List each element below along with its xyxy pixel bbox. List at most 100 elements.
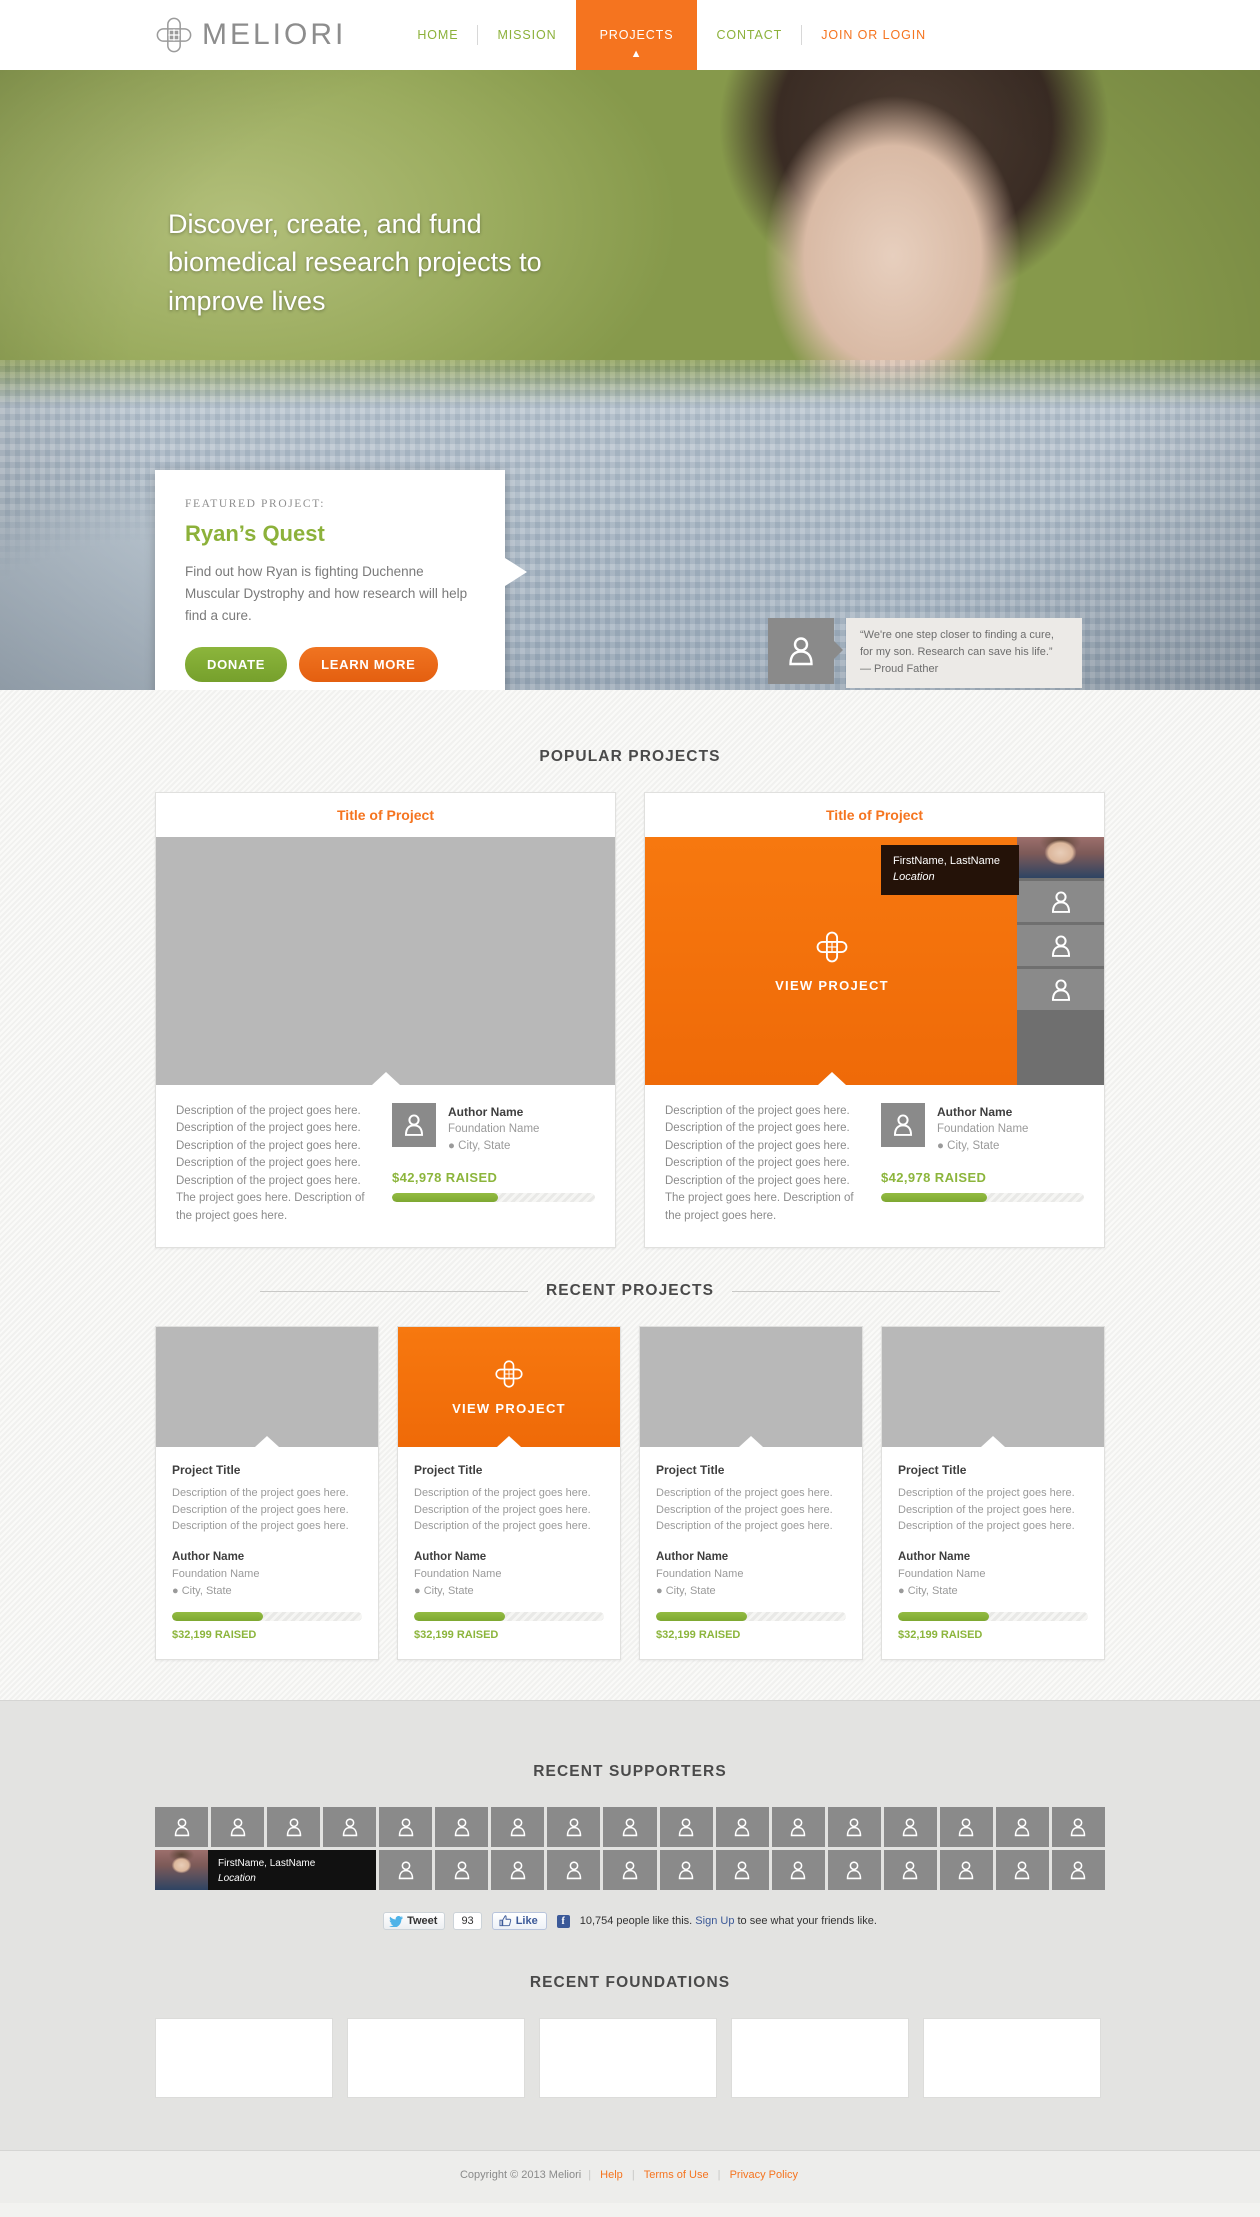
person-icon xyxy=(398,1818,413,1837)
supporter-cell[interactable] xyxy=(939,1850,993,1891)
popular-project-media[interactable]: VIEW PROJECT FirstName, LastName Locatio… xyxy=(645,837,1104,1085)
person-icon xyxy=(230,1818,245,1837)
supporter-cell[interactable] xyxy=(379,1807,433,1848)
supporter-cell[interactable] xyxy=(659,1807,713,1848)
supporter-cell[interactable] xyxy=(435,1850,489,1891)
supporter-cell[interactable] xyxy=(883,1807,937,1848)
supporter-cell[interactable] xyxy=(827,1807,881,1848)
facebook-like-text: 10,754 people like this. Sign Up to see … xyxy=(580,1915,877,1927)
person-icon xyxy=(342,1818,357,1837)
location-text: City, State xyxy=(181,1585,232,1598)
person-icon xyxy=(1071,1818,1086,1837)
recent-project-media[interactable] xyxy=(882,1327,1104,1448)
supporter-cell[interactable] xyxy=(771,1807,825,1848)
supporter-cell[interactable] xyxy=(659,1850,713,1891)
supporter-cell[interactable] xyxy=(491,1850,545,1891)
nav-item-projects[interactable]: PROJECTS ▲ xyxy=(575,0,698,70)
foundation-logo-box[interactable] xyxy=(155,2018,333,2099)
recent-project-media[interactable]: VIEW PROJECT xyxy=(398,1327,620,1448)
supporter-thumbnail-photo[interactable] xyxy=(1017,837,1104,878)
supporter-cell[interactable] xyxy=(1051,1850,1105,1891)
person-icon xyxy=(404,1114,424,1136)
progress-bar xyxy=(392,1192,595,1202)
brand-logo[interactable]: MELIORI xyxy=(155,0,346,70)
person-icon xyxy=(846,1861,862,1880)
recent-project-title: Project Title xyxy=(898,1463,967,1478)
supporter-cell[interactable] xyxy=(155,1807,209,1848)
supporter-cell[interactable] xyxy=(547,1850,601,1891)
footer-link-help[interactable]: Help xyxy=(600,2169,623,2181)
nav-item-contact[interactable]: CONTACT xyxy=(697,0,801,70)
popular-project-description: Description of the project goes here. De… xyxy=(665,1105,854,1222)
learn-more-button[interactable]: LEARN MORE xyxy=(299,646,438,682)
recent-project-card[interactable]: Project Title Description of the project… xyxy=(881,1326,1105,1661)
featured-actions: DONATE LEARN MORE xyxy=(185,646,475,682)
nav-item-home[interactable]: HOME xyxy=(398,0,477,70)
facebook-like-button[interactable]: Like xyxy=(491,1912,547,1931)
author-name: Author Name xyxy=(656,1550,729,1563)
tweet-count[interactable]: 93 xyxy=(453,1912,482,1931)
person-icon xyxy=(1051,978,1070,1001)
supporter-cell[interactable] xyxy=(995,1807,1049,1848)
supporter-cell[interactable] xyxy=(939,1807,993,1848)
donate-button[interactable]: DONATE xyxy=(185,646,288,682)
popular-project-media[interactable] xyxy=(156,837,615,1085)
supporter-cell[interactable] xyxy=(1051,1807,1105,1848)
progress-bar-fill xyxy=(881,1192,987,1202)
supporter-cell[interactable] xyxy=(771,1850,825,1891)
sign-up-link[interactable]: Sign Up xyxy=(695,1915,734,1927)
recent-project-media[interactable] xyxy=(640,1327,862,1448)
person-icon xyxy=(622,1861,638,1880)
supporter-cell-highlighted[interactable]: FirstName, LastName Location xyxy=(155,1850,377,1891)
tweet-button[interactable]: Tweet xyxy=(383,1912,446,1931)
popular-project-card[interactable]: Title of Project VIEW PROJECT FirstName,… xyxy=(644,792,1105,1249)
progress-bar xyxy=(172,1612,362,1622)
supporter-cell[interactable] xyxy=(379,1850,433,1891)
amount-raised: $32,199 RAISED xyxy=(898,1629,983,1642)
supporter-thumbnail[interactable] xyxy=(1017,881,1104,922)
nav-item-join-or-login[interactable]: JOIN OR LOGIN xyxy=(802,0,945,70)
person-icon xyxy=(566,1818,582,1837)
nav-item-mission[interactable]: MISSION xyxy=(478,0,575,70)
supporter-thumbnail[interactable] xyxy=(1017,969,1104,1010)
location-pin-icon: ● xyxy=(172,1585,179,1598)
foundation-logo-box[interactable] xyxy=(731,2018,909,2099)
supporter-cell[interactable] xyxy=(491,1807,545,1848)
progress-bar xyxy=(881,1192,1084,1202)
supporter-cell[interactable] xyxy=(547,1807,601,1848)
author-name: Author Name xyxy=(414,1550,487,1563)
supporter-cell[interactable] xyxy=(267,1807,321,1848)
supporter-cell[interactable] xyxy=(715,1807,769,1848)
chevron-up-icon: ▲ xyxy=(630,48,643,60)
supporter-cell[interactable] xyxy=(715,1850,769,1891)
supporter-cell[interactable] xyxy=(995,1850,1049,1891)
recent-project-card[interactable]: Project Title Description of the project… xyxy=(639,1326,863,1661)
recent-project-card[interactable]: VIEW PROJECT Project Title Description o… xyxy=(397,1326,621,1661)
supporter-cell[interactable] xyxy=(603,1807,657,1848)
popular-project-description: Description of the project goes here. De… xyxy=(176,1105,365,1222)
foundation-logo-box[interactable] xyxy=(347,2018,525,2099)
media-notch xyxy=(371,1072,400,1085)
recent-project-description: Description of the project goes here. De… xyxy=(898,1487,1075,1533)
supporter-cell[interactable] xyxy=(323,1807,377,1848)
recent-project-media[interactable] xyxy=(156,1327,378,1448)
divider-left xyxy=(259,1290,528,1292)
person-icon xyxy=(174,1818,189,1837)
author-location: ● City, State xyxy=(937,1138,1028,1155)
footer-link-terms[interactable]: Terms of Use xyxy=(644,2169,709,2181)
supporter-cell[interactable] xyxy=(827,1850,881,1891)
footer-link-privacy[interactable]: Privacy Policy xyxy=(730,2169,798,2181)
location-pin-icon: ● xyxy=(448,1140,455,1153)
supporter-thumbnail[interactable] xyxy=(1017,925,1104,966)
supporter-cell[interactable] xyxy=(603,1850,657,1891)
person-icon xyxy=(903,1861,918,1880)
location-text: City, State xyxy=(665,1585,716,1598)
popular-project-card[interactable]: Title of Project Description of the proj… xyxy=(155,792,616,1249)
popular-project-title: Title of Project xyxy=(826,807,923,823)
supporter-cell[interactable] xyxy=(883,1850,937,1891)
foundation-logo-box[interactable] xyxy=(923,2018,1101,2099)
supporter-cell[interactable] xyxy=(435,1807,489,1848)
supporter-cell[interactable] xyxy=(211,1807,265,1848)
recent-project-card[interactable]: Project Title Description of the project… xyxy=(155,1326,379,1661)
foundation-logo-box[interactable] xyxy=(539,2018,717,2099)
